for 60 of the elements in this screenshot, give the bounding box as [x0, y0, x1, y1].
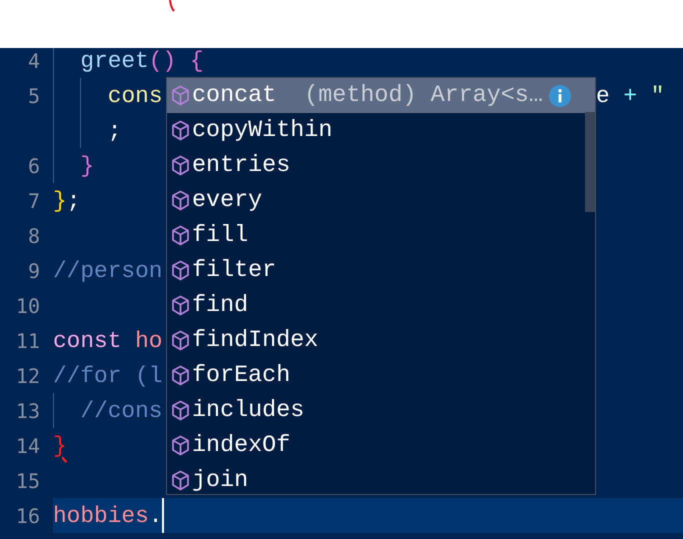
suggestion-item[interactable]: findIndex — [167, 323, 595, 358]
cube-icon — [171, 365, 190, 386]
code-text: //person — [53, 258, 162, 284]
suggestion-item[interactable]: every — [167, 183, 595, 218]
cube-icon — [171, 330, 190, 351]
cube-icon — [171, 435, 190, 456]
code-text: //cons — [80, 398, 162, 424]
suggestion-item[interactable]: join — [167, 463, 595, 498]
line-number: 11 — [16, 328, 40, 352]
code-text: } — [80, 152, 94, 178]
code-text: " — [650, 82, 666, 108]
suggestion-item[interactable]: copyWithin — [167, 113, 595, 148]
cube-icon — [171, 155, 190, 176]
cube-icon — [171, 120, 190, 141]
code-text: //for (l — [53, 362, 162, 388]
line-number: 4 — [28, 48, 40, 72]
text-cursor — [162, 498, 164, 533]
info-icon[interactable] — [548, 84, 571, 106]
line-number: 13 — [16, 398, 40, 422]
code-text: greet — [80, 48, 149, 74]
code-text: hobbies — [53, 502, 149, 528]
code-text: { — [188, 48, 204, 74]
code-text: const — [53, 328, 122, 354]
line-number: 14 — [16, 434, 40, 458]
cube-icon — [171, 295, 190, 316]
suggestion-item[interactable]: includes — [167, 393, 595, 428]
line-number: 12 — [16, 364, 40, 388]
cube-icon — [171, 400, 190, 421]
line-number: 6 — [28, 154, 40, 178]
code-text: } — [53, 188, 67, 214]
line-number: 9 — [28, 258, 40, 282]
suggestion-item[interactable]: fill — [167, 218, 595, 253]
line-number: 5 — [28, 84, 40, 108]
line-number: 16 — [16, 504, 40, 528]
suggestion-item[interactable]: concat (method) Array<s… — [167, 78, 595, 113]
cube-icon — [171, 225, 190, 246]
suggestion-item[interactable]: entries — [167, 148, 595, 183]
code-text: + — [622, 82, 638, 108]
code-text: () — [148, 48, 176, 74]
line-number: 8 — [28, 224, 40, 248]
suggestion-item[interactable]: filter — [167, 253, 595, 288]
suggestion-item[interactable]: forEach — [167, 358, 595, 393]
cube-icon — [171, 190, 190, 211]
suggestion-item[interactable]: find — [167, 288, 595, 323]
line-number: 15 — [16, 468, 40, 492]
code-text: cons — [108, 82, 163, 108]
scrollbar[interactable] — [585, 112, 595, 212]
line-number: 10 — [16, 294, 40, 318]
code-text: ho — [134, 328, 162, 354]
squiggle-mark — [169, 0, 175, 12]
cube-icon — [171, 260, 190, 281]
cube-icon — [171, 470, 190, 491]
code-text: ; — [66, 188, 80, 214]
code-text: } — [53, 432, 67, 458]
cube-icon — [171, 85, 190, 106]
line-number: 7 — [28, 188, 40, 212]
code-text: e — [596, 82, 610, 108]
code-text: ; — [108, 118, 122, 144]
suggestion-item[interactable]: indexOf — [167, 428, 595, 463]
code-text: . — [148, 502, 162, 528]
